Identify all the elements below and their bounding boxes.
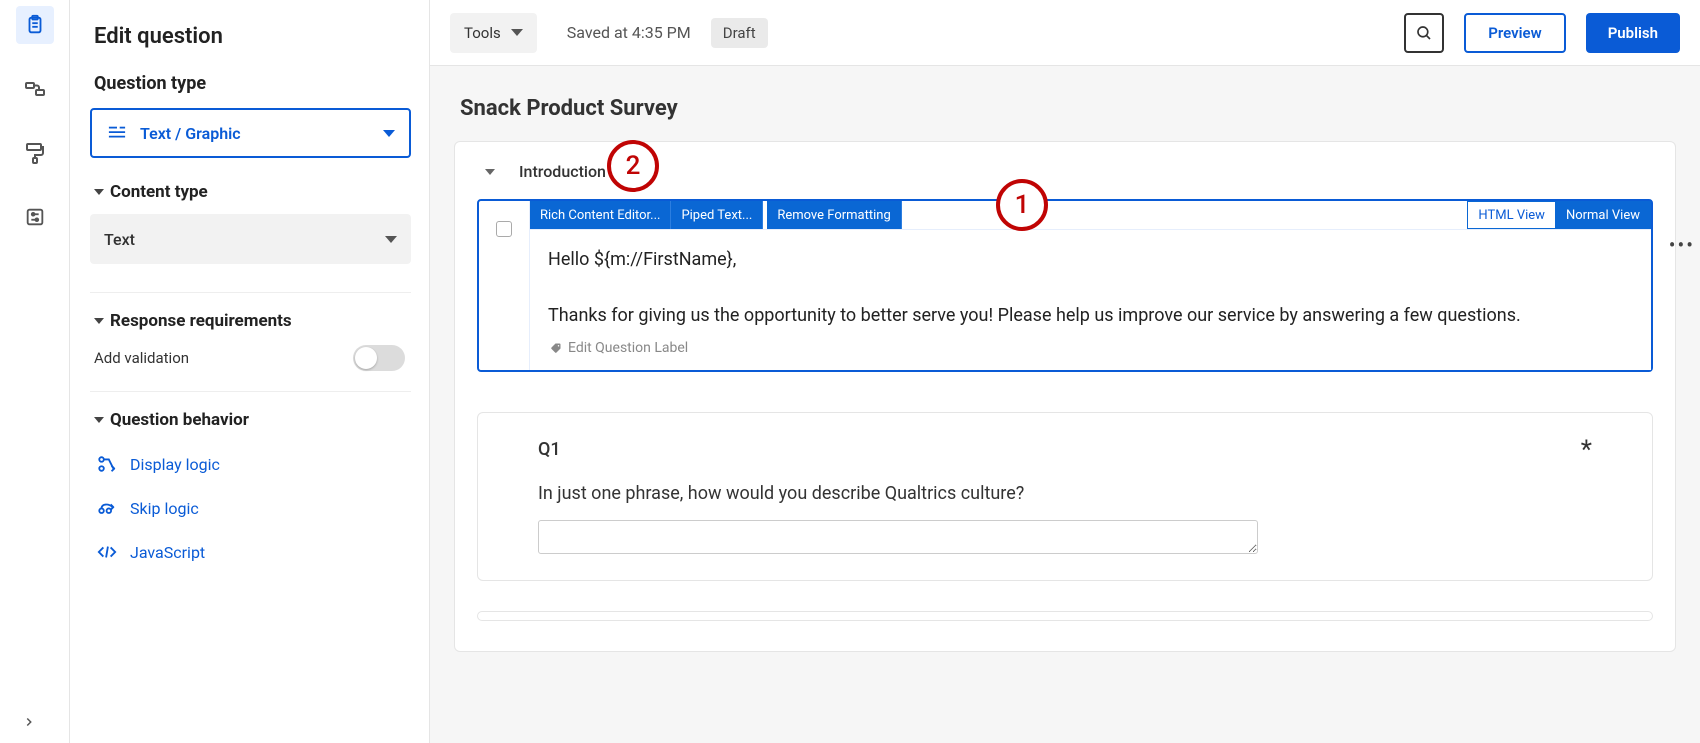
q1-text-response[interactable] [538,520,1258,554]
piped-text-button[interactable]: Piped Text... [671,201,763,229]
q1-header: Q1 * [538,435,1592,465]
panel-title: Edit question [94,24,411,49]
caret-down-icon [94,189,104,195]
question-q1[interactable]: Q1 * In just one phrase, how would you d… [477,412,1653,581]
rail-item-survey[interactable] [16,6,54,44]
sliders-icon [24,206,46,228]
add-validation-row: Add validation [90,343,411,373]
normal-view-toggle[interactable]: Normal View [1555,201,1651,229]
question-editor-toolbar: Rich Content Editor... Piped Text... Rem… [530,201,1651,229]
saved-status-text: Saved at 4:35 PM [567,23,691,42]
rail-item-theme[interactable] [16,134,54,172]
required-star-icon: * [1581,435,1592,465]
block-name: Introduction [519,162,606,181]
next-question-placeholder [477,611,1653,621]
status-badge: Draft [711,18,768,48]
display-logic-link[interactable]: Display logic [90,442,411,486]
display-logic-icon [96,454,118,474]
display-logic-label: Display logic [130,455,220,474]
text-graphic-icon [106,124,128,142]
code-icon [96,542,118,562]
content-type-heading[interactable]: Content type [94,182,411,202]
edit-question-label[interactable]: Edit Question Label [548,340,1633,356]
tools-label: Tools [464,24,501,42]
question-select-checkbox[interactable] [496,221,512,237]
rail-item-options[interactable] [16,198,54,236]
skip-logic-label: Skip logic [130,499,199,518]
caret-down-icon [485,169,495,175]
response-req-heading[interactable]: Response requirements [94,311,411,331]
javascript-link[interactable]: JavaScript [90,530,411,574]
panel-divider [90,292,411,293]
question-text-line-2: Thanks for giving us the opportunity to … [548,302,1633,330]
chevron-right-icon [22,715,36,729]
question-text-editor[interactable]: Hello ${m://FirstName}, Thanks for givin… [530,229,1651,370]
remove-formatting-button[interactable]: Remove Formatting [767,201,901,229]
preview-button[interactable]: Preview [1464,13,1565,53]
question-body: Rich Content Editor... Piped Text... Rem… [529,201,1651,370]
left-icon-rail [0,0,70,743]
top-toolbar: Tools Saved at 4:35 PM Draft Preview Pub… [430,0,1700,66]
main-column: Tools Saved at 4:35 PM Draft Preview Pub… [430,0,1700,743]
view-toggle: HTML View Normal View [1467,201,1651,229]
question-type-select[interactable]: Text / Graphic [90,108,411,158]
block-header[interactable]: Introduction [481,162,1653,181]
question-text-line-0: Hello ${m://FirstName}, [548,246,1633,274]
question-more-menu[interactable]: ••• [1665,229,1699,261]
question-type-heading: Question type [94,73,411,94]
rail-item-flow[interactable] [16,70,54,108]
javascript-label: JavaScript [130,543,205,562]
caret-down-icon [94,417,104,423]
tag-icon [546,342,562,354]
question-type-value: Text / Graphic [140,124,241,143]
q1-prompt: In just one phrase, how would you descri… [538,483,1592,504]
question-text-line-1 [548,274,1633,302]
edit-question-panel: Edit question Question type Text / Graph… [70,0,430,743]
clipboard-icon [24,14,46,36]
caret-down-icon [94,318,104,324]
question-behavior-heading[interactable]: Question behavior [94,410,411,430]
flow-icon [23,77,47,101]
tools-menu-button[interactable]: Tools [450,13,537,53]
content-type-value: Text [104,230,135,249]
publish-button[interactable]: Publish [1586,13,1680,53]
question-gutter [479,201,529,370]
add-validation-toggle[interactable] [353,345,405,371]
skip-logic-icon [96,498,118,518]
chevron-down-icon [383,130,395,137]
content-type-select[interactable]: Text [90,214,411,264]
survey-title: Snack Product Survey [460,96,1676,121]
search-icon [1415,24,1433,42]
response-req-heading-label: Response requirements [110,311,292,331]
survey-block: Introduction 2 Rich Content Editor... Pi… [454,141,1676,652]
survey-canvas: Snack Product Survey Introduction 2 [430,66,1700,743]
content-type-heading-label: Content type [110,182,208,202]
edit-question-label-text: Edit Question Label [568,340,688,356]
q1-body: In just one phrase, how would you descri… [538,483,1592,554]
add-validation-label: Add validation [94,349,189,367]
chevron-down-icon [511,29,523,36]
search-button[interactable] [1404,13,1444,53]
toolbar-spacer [902,201,1468,229]
html-view-toggle[interactable]: HTML View [1467,201,1555,229]
chevron-down-icon [385,236,397,243]
panel-divider [90,391,411,392]
question-behavior-heading-label: Question behavior [110,410,249,430]
q1-number: Q1 [538,439,561,460]
selected-question-frame: Rich Content Editor... Piped Text... Rem… [477,199,1653,372]
skip-logic-link[interactable]: Skip logic [90,486,411,530]
rail-expand[interactable] [22,715,36,733]
rich-content-editor-button[interactable]: Rich Content Editor... [530,201,671,229]
paint-roller-icon [23,141,47,165]
